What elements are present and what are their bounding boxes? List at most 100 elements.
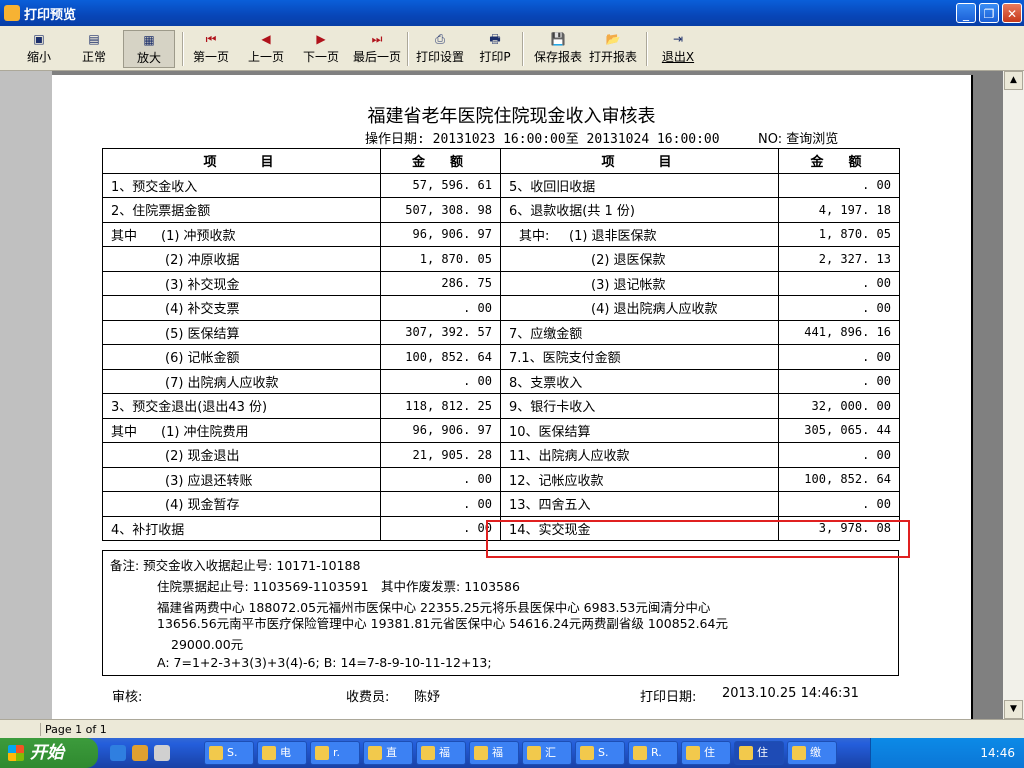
taskbar-task[interactable]: 直: [363, 741, 413, 765]
first-page-button[interactable]: ⏮ 第一页: [190, 30, 232, 68]
print-setup-label: 打印设置: [415, 50, 464, 64]
scroll-down-button[interactable]: ▼: [1004, 700, 1023, 719]
right-item: 11、出院病人应收款: [500, 442, 779, 468]
last-page-icon: ⏭: [371, 32, 383, 46]
taskbar-task[interactable]: 住: [734, 741, 784, 765]
save-report-label: 保存报表: [533, 50, 582, 64]
zoom-out-button[interactable]: ▣ 缩小: [20, 30, 58, 68]
left-amount: . 00: [380, 368, 501, 394]
table-row: 3、预交金退出(退出43 份) 118, 812. 25 9、银行卡收入 32, 00…: [102, 393, 900, 419]
print-date-label: 打印日期:: [640, 690, 697, 705]
left-amount: 286. 75: [380, 270, 501, 296]
right-item: 7.1、医院支付金额: [500, 344, 779, 370]
task-app-icon: [739, 746, 753, 760]
toolbar: ▣ 缩小 ▤ 正常 ▦ 放大 ⏮ 第一页 ◀ 上一页 ▶ 下一页 ⏭ 最后一页 …: [0, 26, 1024, 71]
last-page-label: 最后一页: [352, 50, 401, 64]
taskbar-task[interactable]: 汇: [522, 741, 572, 765]
note-line: 备注: 预交金收入收据起止号: 10171-10188: [110, 558, 361, 573]
save-report-button[interactable]: 💾 保存报表: [532, 30, 584, 68]
print-label: 打印P: [479, 50, 511, 64]
row-label: (1) 退非医保款: [569, 228, 657, 244]
normal-icon: ▤: [88, 32, 100, 46]
last-page-button[interactable]: ⏭ 最后一页: [351, 30, 403, 68]
toolbar-separator: [182, 32, 184, 66]
right-item: 9、银行卡收入: [500, 393, 779, 419]
right-item: (2) 退医保款: [500, 246, 779, 272]
maximize-button[interactable]: ❐: [979, 3, 999, 23]
row-label: (1) 冲住院费用: [161, 424, 249, 440]
right-amount: 441, 896. 16: [778, 319, 900, 345]
left-amount: 100, 852. 64: [380, 344, 501, 370]
header-item: 项 目: [102, 148, 381, 174]
exit-button[interactable]: ⇥ 退出X: [658, 30, 698, 68]
right-item: 8、支票收入: [500, 368, 779, 394]
header-amount: 金 额: [778, 148, 900, 174]
highlight-box: [486, 520, 910, 558]
table-header-row: 项 目 金 额 项 目 金 额: [102, 148, 900, 174]
task-app-icon: [368, 746, 382, 760]
close-button[interactable]: ✕: [1002, 3, 1022, 23]
ie-icon[interactable]: [110, 745, 126, 761]
normal-label: 正常: [81, 50, 106, 64]
normal-button[interactable]: ▤ 正常: [75, 30, 113, 68]
taskbar-task[interactable]: R.: [628, 741, 678, 765]
scroll-up-button[interactable]: ▲: [1004, 71, 1023, 90]
print-button[interactable]: 🖶 打印P: [476, 30, 514, 68]
taskbar-task[interactable]: r.: [310, 741, 360, 765]
right-item: 10、医保结算: [500, 417, 779, 443]
vertical-scrollbar[interactable]: ▲ ▼: [1003, 71, 1024, 719]
next-page-button[interactable]: ▶ 下一页: [300, 30, 342, 68]
left-item: (5) 医保结算: [102, 319, 381, 345]
taskbar-task[interactable]: 福: [469, 741, 519, 765]
right-amount: 4, 197. 18: [778, 197, 900, 223]
task-app-icon: [209, 746, 223, 760]
zoom-in-button[interactable]: ▦ 放大: [123, 30, 175, 68]
table-row: 1、预交金收入 57, 596. 61 5、收回旧收据. 00: [102, 172, 900, 198]
left-item: (7) 出院病人应收款: [102, 368, 381, 394]
header-item: 项 目: [500, 148, 779, 174]
taskbar-task[interactable]: 福: [416, 741, 466, 765]
right-amount: 305, 065. 44: [778, 417, 900, 443]
taskbar-task[interactable]: 住: [681, 741, 731, 765]
left-item: (2) 冲原收据: [102, 246, 381, 272]
print-setup-button[interactable]: ⎙ 打印设置: [414, 30, 466, 68]
report-table: 项 目 金 额 项 目 金 额 1、预交金收入 57, 596. 61 5、收回旧收…: [102, 148, 900, 541]
start-button[interactable]: 开始: [0, 738, 98, 768]
zoom-out-icon: ▣: [33, 32, 45, 46]
start-label: 开始: [30, 743, 64, 763]
first-page-icon: ⏮: [205, 32, 217, 46]
task-app-icon: [527, 746, 541, 760]
table-row: 其中 (1) 冲预收款 96, 906. 97 其中: (1) 退非医保款 1, 870.…: [102, 221, 900, 247]
right-amount: 1, 870. 05: [778, 221, 900, 247]
taskbar-task[interactable]: 缴: [787, 741, 837, 765]
note-line: 13656.56元南平市医疗保险管理中心 19381.81元省医保中心 5461…: [157, 616, 728, 631]
open-report-label: 打开报表: [588, 50, 637, 64]
toolbar-separator: [646, 32, 648, 66]
open-report-button[interactable]: 📂 打开报表: [587, 30, 639, 68]
task-label: 直: [386, 746, 397, 759]
note-line: 住院票据起止号: 1103569-1103591 其中作废发票: 1103586: [157, 579, 520, 594]
right-amount: . 00: [778, 295, 900, 321]
preview-area[interactable]: 福建省老年医院住院现金收入审核表 操作日期: 20131023 16:00:00…: [0, 71, 1003, 719]
table-row: 其中 (1) 冲住院费用 96, 906. 97 10、医保结算 305, 065. 4…: [102, 417, 900, 443]
taskbar-task[interactable]: 电: [257, 741, 307, 765]
quicklaunch-icon[interactable]: [154, 745, 170, 761]
left-amount: . 00: [380, 466, 501, 492]
cashier-name: 陈妤: [414, 690, 441, 705]
taskbar-task[interactable]: S.: [204, 741, 254, 765]
right-amount: . 00: [778, 270, 900, 296]
prev-page-button[interactable]: ◀ 上一页: [245, 30, 287, 68]
task-label: S.: [598, 746, 609, 759]
table-row: (2) 冲原收据 1, 870. 05 (2) 退医保款 2, 327. 13: [102, 246, 900, 272]
quicklaunch-icon[interactable]: [132, 745, 148, 761]
row-label: (1) 冲预收款: [161, 228, 236, 244]
left-amount: 507, 308. 98: [380, 197, 501, 223]
left-item: (4) 补交支票: [102, 295, 381, 321]
taskbar-task[interactable]: S.: [575, 741, 625, 765]
table-row: (4) 现金暂存. 00 13、四舍五入. 00: [102, 491, 900, 517]
minimize-button[interactable]: _: [956, 3, 976, 23]
task-label: r.: [333, 746, 341, 759]
cashier-label: 收费员:: [346, 690, 390, 705]
report-operation-date: 操作日期: 20131023 16:00:00至 20131024 16:00:…: [365, 132, 720, 147]
zoom-out-label: 缩小: [26, 50, 51, 64]
